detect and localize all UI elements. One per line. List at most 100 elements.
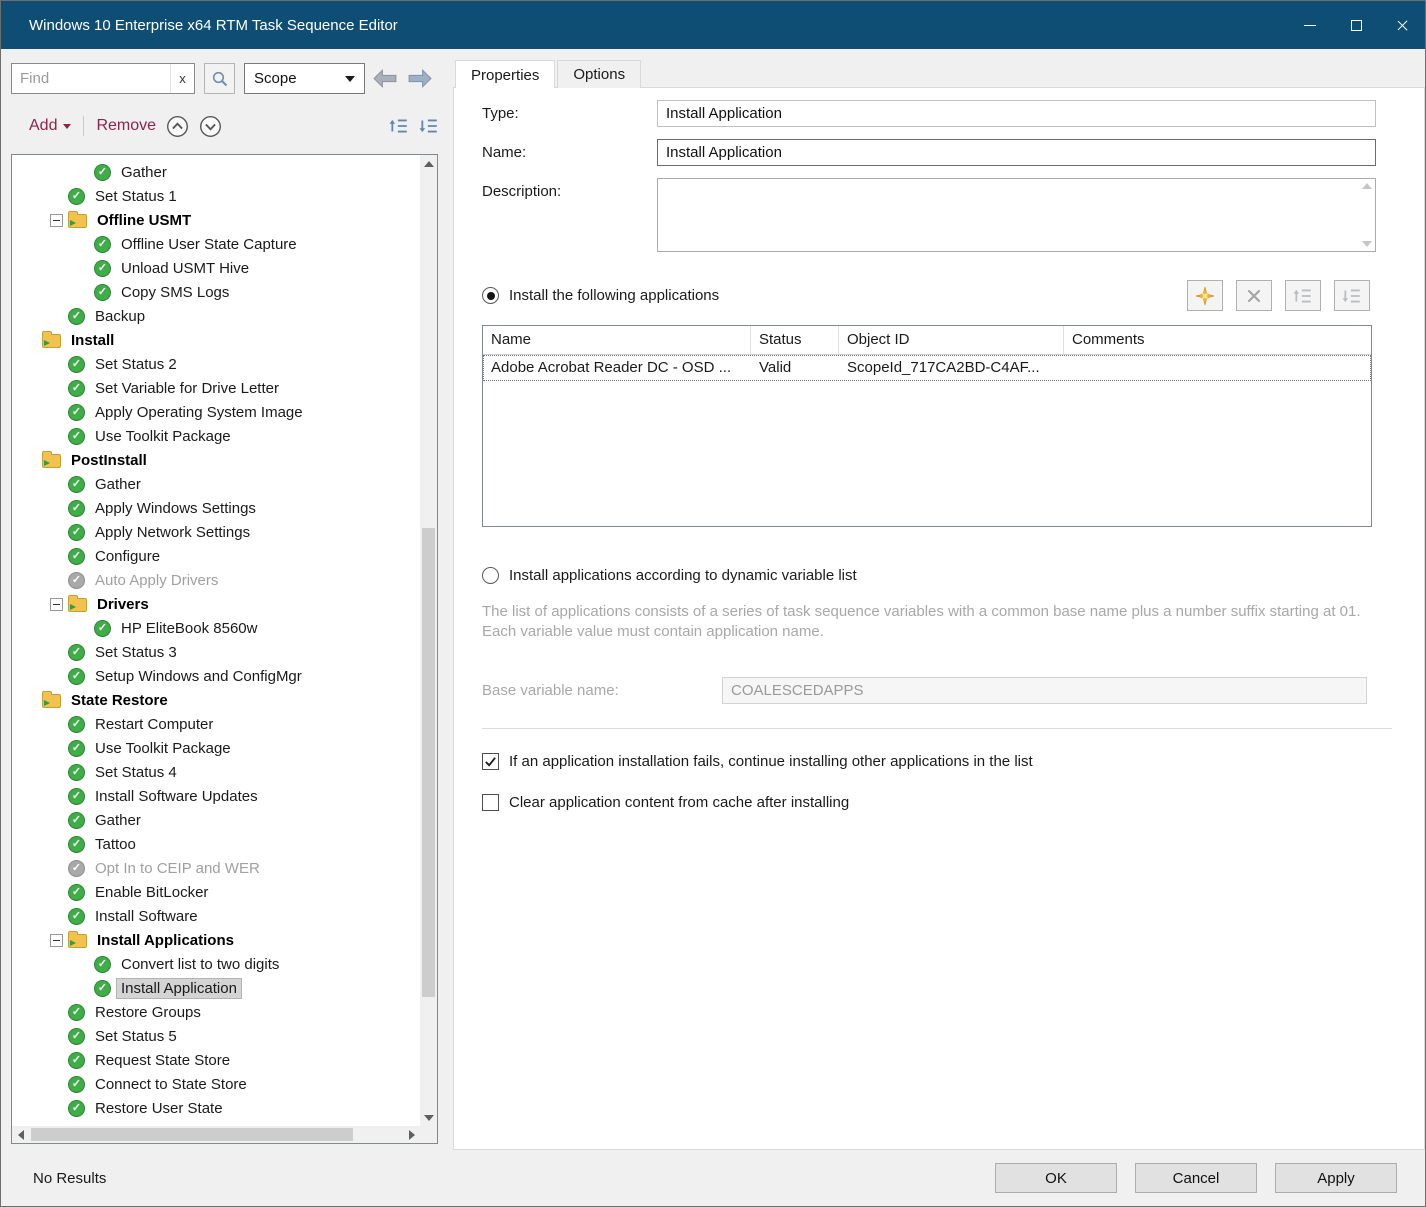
minimize-button[interactable] (1287, 1, 1333, 49)
column-header-object-id[interactable]: Object ID (839, 326, 1064, 354)
move-step-up-button[interactable] (166, 115, 189, 138)
tree-item[interactable]: ✓Restore User State (24, 1096, 420, 1120)
tab-properties[interactable]: Properties (455, 60, 555, 88)
scope-dropdown[interactable]: Scope (244, 63, 365, 94)
vertical-scroll-track[interactable] (420, 172, 437, 1109)
tree-item[interactable]: ✓Restart Computer (24, 712, 420, 736)
tree-item[interactable]: ✓Tattoo (24, 832, 420, 856)
scroll-up-button[interactable] (420, 155, 437, 172)
find-clear-button[interactable]: x (170, 64, 194, 93)
scroll-left-button[interactable] (12, 1126, 29, 1143)
base-variable-name-field[interactable] (722, 677, 1367, 704)
tree-collapse-toggle-icon[interactable] (50, 934, 63, 947)
tree-item[interactable]: ✓Gather (24, 160, 420, 184)
tree-collapse-toggle-icon[interactable] (50, 214, 63, 227)
tab-options[interactable]: Options (557, 60, 641, 88)
cancel-button[interactable]: Cancel (1135, 1163, 1257, 1193)
tree-item[interactable]: ✓Install Software (24, 904, 420, 928)
tree-item[interactable]: ✓Install Software Updates (24, 784, 420, 808)
tree-item[interactable]: Offline USMT (24, 208, 420, 232)
tree-item[interactable]: ✓HP EliteBook 8560w (24, 616, 420, 640)
tree-item[interactable]: ✓Set Status 5 (24, 1024, 420, 1048)
column-header-name[interactable]: Name (483, 326, 751, 354)
move-step-down-button[interactable] (199, 115, 222, 138)
tree-item[interactable]: ✓Setup Windows and ConfigMgr (24, 664, 420, 688)
new-application-button[interactable] (1187, 280, 1223, 311)
tree-item[interactable]: ✓Request State Store (24, 1048, 420, 1072)
tree-item[interactable]: ✓Gather (24, 808, 420, 832)
ok-button[interactable]: OK (995, 1163, 1117, 1193)
move-application-up-button[interactable] (1285, 280, 1321, 311)
remove-button[interactable]: Remove (96, 117, 156, 135)
folder-icon (42, 694, 61, 708)
tree-vertical-scrollbar[interactable] (420, 155, 437, 1126)
install-following-applications-radio[interactable]: Install the following applications (482, 287, 719, 304)
clear-cache-label: Clear application content from cache aft… (509, 794, 849, 811)
scroll-down-button[interactable] (420, 1109, 437, 1126)
clear-cache-checkbox[interactable]: Clear application content from cache aft… (482, 794, 1396, 811)
tree-item[interactable]: ✓Connect to State Store (24, 1072, 420, 1096)
maximize-button[interactable] (1333, 1, 1379, 49)
tree-item[interactable]: ✓Set Variable for Drive Letter (24, 376, 420, 400)
vertical-scroll-thumb[interactable] (422, 528, 435, 997)
tree-item[interactable]: ✓Copy SMS Logs (24, 280, 420, 304)
description-field[interactable] (658, 179, 1358, 251)
horizontal-scroll-track[interactable] (29, 1126, 403, 1143)
search-button[interactable] (204, 63, 235, 94)
tree-item[interactable]: ✓Set Status 4 (24, 760, 420, 784)
tree-item[interactable]: ✓Set Status 3 (24, 640, 420, 664)
tree-item-label: Unload USMT Hive (117, 259, 253, 278)
type-field[interactable] (657, 100, 1376, 127)
tree-item[interactable]: State Restore (24, 688, 420, 712)
move-application-down-button[interactable] (1334, 280, 1370, 311)
tree-item[interactable]: ✓Configure (24, 544, 420, 568)
tree-item[interactable]: ✓Backup (24, 304, 420, 328)
find-previous-button[interactable] (372, 68, 399, 89)
column-header-comments[interactable]: Comments (1064, 326, 1371, 354)
application-row[interactable]: Adobe Acrobat Reader DC - OSD ... Valid … (483, 355, 1371, 381)
tree-item[interactable]: ✓Auto Apply Drivers (24, 568, 420, 592)
column-header-status[interactable]: Status (751, 326, 839, 354)
tree-item[interactable]: ✓Install Application (24, 976, 420, 1000)
tree-indent (24, 1060, 68, 1061)
step-success-check-icon: ✓ (68, 1100, 85, 1117)
tree-item[interactable]: ✓Set Status 1 (24, 184, 420, 208)
titlebar[interactable]: Windows 10 Enterprise x64 RTM Task Seque… (1, 1, 1425, 49)
continue-on-fail-checkbox[interactable]: If an application installation fails, co… (482, 753, 1396, 770)
tree-item[interactable]: ✓Offline User State Capture (24, 232, 420, 256)
find-next-button[interactable] (406, 68, 433, 89)
description-scrollbar[interactable] (1358, 179, 1375, 251)
delete-application-button[interactable] (1236, 280, 1272, 311)
tree-item[interactable]: ✓Gather (24, 472, 420, 496)
dynamic-variable-list-radio[interactable]: Install applications according to dynami… (482, 567, 1396, 584)
reorder-up-button[interactable] (389, 117, 409, 135)
apply-button[interactable]: Apply (1275, 1163, 1397, 1193)
tree-item[interactable]: ✓Apply Windows Settings (24, 496, 420, 520)
tree-item[interactable]: Install Applications (24, 928, 420, 952)
tree-horizontal-scrollbar[interactable] (12, 1126, 437, 1143)
tree-item[interactable]: ✓Set Status 2 (24, 352, 420, 376)
find-input[interactable] (12, 70, 170, 87)
scope-dropdown-value: Scope (254, 70, 297, 87)
scroll-right-button[interactable] (403, 1126, 420, 1143)
tree-item[interactable]: ✓Apply Network Settings (24, 520, 420, 544)
tree-item[interactable]: ✓Enable BitLocker (24, 880, 420, 904)
tree-item[interactable]: ✓Restore Groups (24, 1000, 420, 1024)
close-button[interactable] (1379, 1, 1425, 49)
tree-item[interactable]: ✓Opt In to CEIP and WER (24, 856, 420, 880)
name-field[interactable] (657, 139, 1376, 166)
add-button[interactable]: Add (29, 117, 71, 135)
tree-item[interactable]: PostInstall (24, 448, 420, 472)
tree-collapse-toggle-icon[interactable] (50, 598, 63, 611)
task-sequence-tree[interactable]: ✓Gather✓Set Status 1Offline USMT✓Offline… (12, 155, 420, 1126)
tree-item[interactable]: ✓Convert list to two digits (24, 952, 420, 976)
tree-item[interactable]: ✓Apply Operating System Image (24, 400, 420, 424)
horizontal-scroll-thumb[interactable] (31, 1128, 353, 1141)
reorder-down-button[interactable] (419, 117, 439, 135)
tree-item[interactable]: Drivers (24, 592, 420, 616)
tree-item[interactable]: ✓Use Toolkit Package (24, 424, 420, 448)
tree-item[interactable]: Install (24, 328, 420, 352)
tree-item[interactable]: ✓Unload USMT Hive (24, 256, 420, 280)
tree-item[interactable]: ✓Use Toolkit Package (24, 736, 420, 760)
applications-table[interactable]: Name Status Object ID Comments Adobe Acr… (482, 325, 1372, 527)
